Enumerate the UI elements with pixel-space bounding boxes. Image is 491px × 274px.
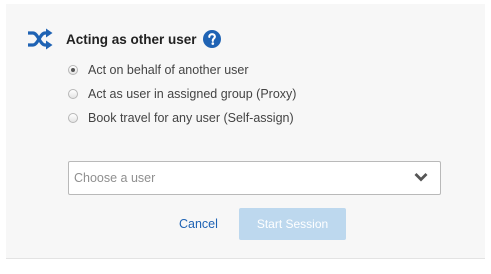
question-circle-icon[interactable] (202, 30, 221, 48)
radio-self-assign[interactable] (68, 113, 78, 123)
cancel-link[interactable]: Cancel (179, 217, 218, 231)
option-proxy[interactable]: Act as user in assigned group (Proxy) (68, 82, 296, 106)
choose-user-placeholder: Choose a user (74, 171, 156, 185)
panel-title: Acting as other user (66, 31, 197, 47)
option-label: Act on behalf of another user (88, 63, 249, 77)
radio-proxy[interactable] (68, 89, 78, 99)
option-label: Book travel for any user (Self-assign) (88, 111, 294, 125)
acting-as-user-panel: Acting as other user Act on behalf of an… (6, 4, 485, 259)
panel-header: Acting as other user (27, 24, 221, 54)
radio-act-on-behalf[interactable] (68, 65, 78, 75)
choose-user-select[interactable]: Choose a user (68, 161, 441, 195)
start-session-button[interactable]: Start Session (239, 208, 346, 240)
shuffle-icon (27, 28, 53, 50)
option-act-on-behalf[interactable]: Act on behalf of another user (68, 58, 296, 82)
chevron-down-icon[interactable] (414, 169, 440, 187)
option-self-assign[interactable]: Book travel for any user (Self-assign) (68, 106, 296, 130)
option-label: Act as user in assigned group (Proxy) (88, 87, 297, 101)
acting-mode-options: Act on behalf of another user Act as use… (68, 58, 296, 130)
